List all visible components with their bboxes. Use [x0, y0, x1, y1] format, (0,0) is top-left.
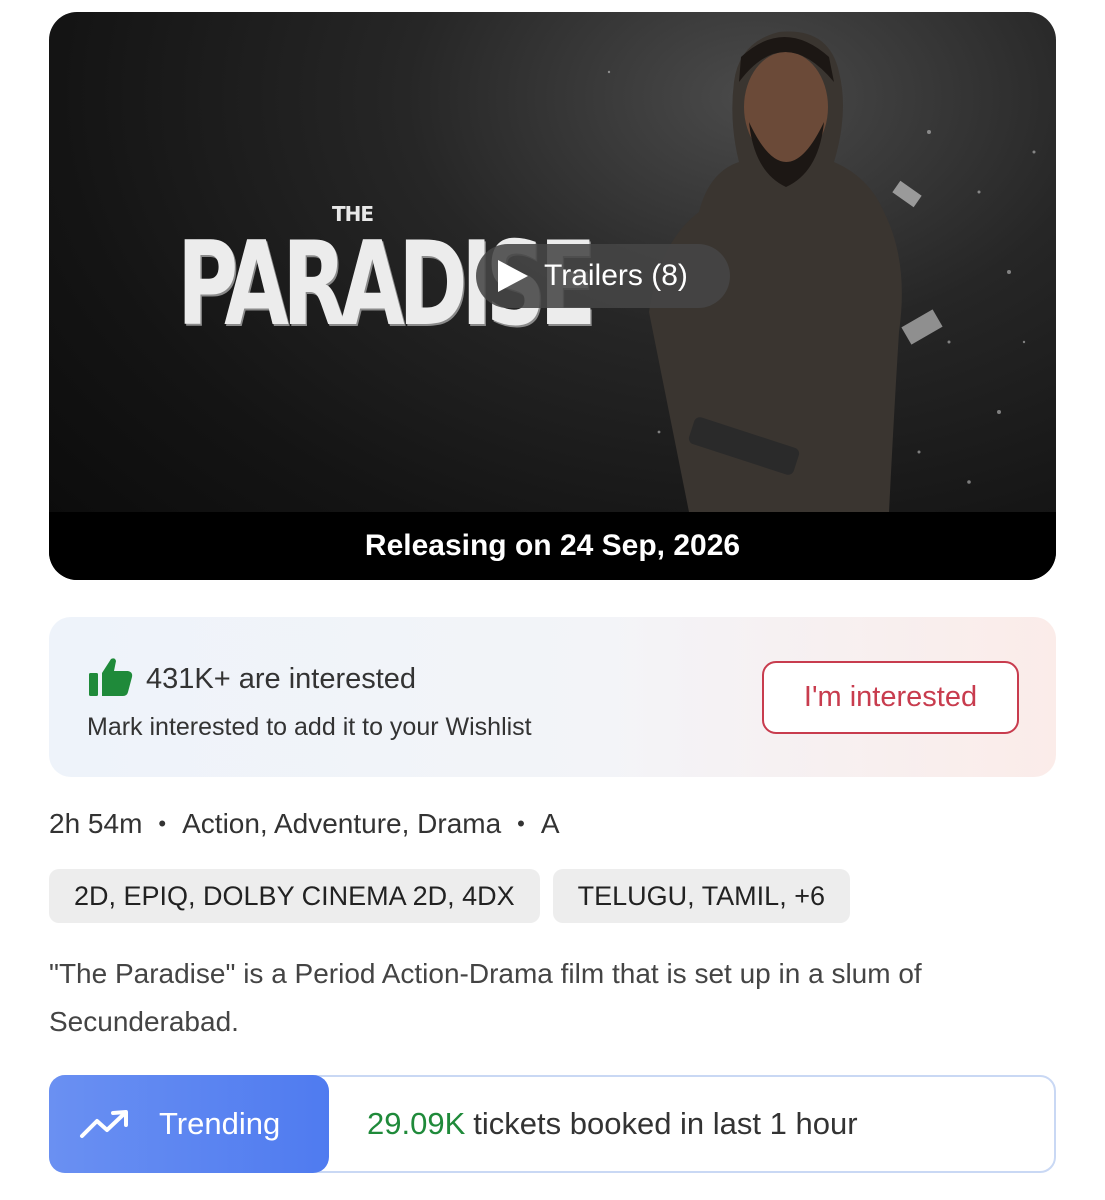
tickets-booked-count: 29.09K [367, 1106, 466, 1141]
movie-description: "The Paradise" is a Period Action-Drama … [49, 958, 922, 1037]
format-tag[interactable]: 2D, EPIQ, DOLBY CINEMA 2D, 4DX [49, 869, 540, 923]
im-interested-button[interactable]: I'm interested [762, 661, 1019, 734]
trending-badge: Trending [49, 1075, 329, 1173]
separator-dot: • [158, 811, 167, 836]
interest-hint: Mark interested to add it to your Wishli… [87, 713, 532, 741]
trending-up-icon [80, 1110, 128, 1138]
movie-banner[interactable]: THE PARADISE Trailers (8) Releasing on 2… [49, 12, 1056, 580]
interest-card: 431K+ are interested Mark interested to … [49, 617, 1056, 777]
interest-count: 431K+ are interested [146, 663, 417, 695]
trending-stat: 29.09K tickets booked in last 1 hour [367, 1077, 858, 1171]
trailers-button-label: Trailers (8) [544, 259, 688, 292]
movie-meta: 2h 54m • Action, Adventure, Drama • A [49, 808, 560, 840]
trending-label: Trending [159, 1106, 281, 1141]
tag-row: 2D, EPIQ, DOLBY CINEMA 2D, 4DX TELUGU, T… [49, 869, 850, 923]
certificate-rating: A [540, 808, 560, 839]
trailers-button[interactable]: Trailers (8) [476, 244, 730, 308]
separator-dot: • [517, 811, 525, 836]
trending-banner: Trending 29.09K tickets booked in last 1… [49, 1075, 1056, 1173]
play-icon [498, 260, 528, 292]
tickets-booked-text: tickets booked in last 1 hour [473, 1106, 858, 1141]
release-date-text: Releasing on 24 Sep, 2026 [364, 529, 741, 562]
genres: Action, Adventure, Drama [182, 808, 502, 839]
release-date-bar: Releasing on 24 Sep, 2026 [49, 512, 1056, 580]
language-tag[interactable]: TELUGU, TAMIL, +6 [552, 869, 850, 923]
thumbs-up-icon [89, 658, 133, 696]
duration: 2h 54m [49, 808, 143, 839]
